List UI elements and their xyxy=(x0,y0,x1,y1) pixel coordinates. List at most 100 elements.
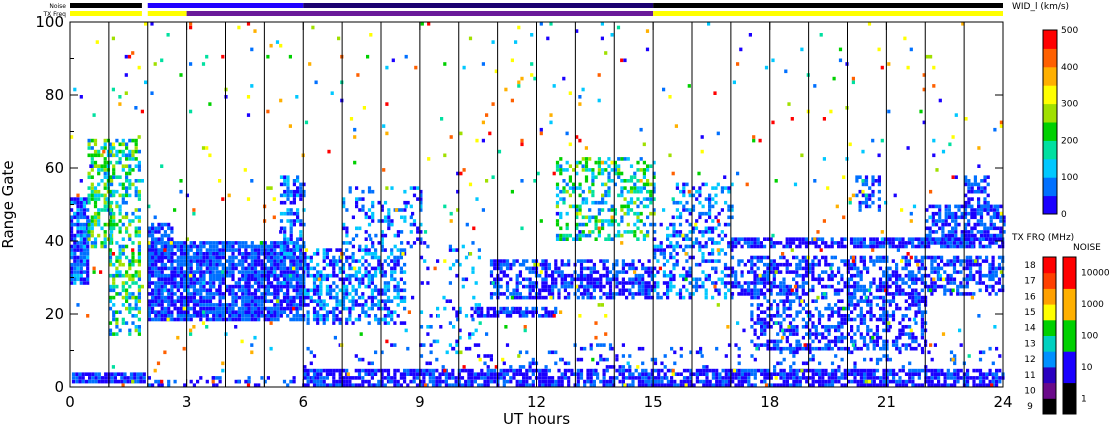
data-cell xyxy=(348,273,352,278)
data-cell xyxy=(279,288,283,293)
data-cell xyxy=(779,270,783,274)
data-cell xyxy=(415,376,420,380)
data-cell xyxy=(544,379,548,384)
data-cell xyxy=(576,383,580,387)
data-cell xyxy=(403,219,407,223)
data-cell xyxy=(804,266,809,271)
data-cell xyxy=(509,262,513,267)
data-cell xyxy=(625,262,629,267)
data-cell xyxy=(163,255,167,260)
data-cell xyxy=(656,295,660,300)
data-cell xyxy=(591,189,595,194)
data-cell xyxy=(399,299,403,303)
data-cell xyxy=(257,244,261,249)
data-cell xyxy=(253,295,258,300)
data-cell xyxy=(605,368,609,373)
data-cell xyxy=(241,252,245,256)
data-cell xyxy=(289,317,293,322)
data-cell xyxy=(734,273,738,278)
data-cell xyxy=(383,292,387,296)
data-cell xyxy=(460,368,465,373)
data-cell xyxy=(572,237,576,241)
data-cell xyxy=(637,372,641,376)
data-cell xyxy=(137,189,141,194)
data-cell xyxy=(704,244,708,249)
data-cell xyxy=(306,303,310,307)
data-cell xyxy=(714,288,718,293)
data-cell xyxy=(108,142,113,147)
data-cell xyxy=(205,314,209,318)
data-cell xyxy=(986,200,990,205)
data-cell xyxy=(273,292,277,296)
data-cell xyxy=(322,259,326,263)
data-cell xyxy=(583,266,587,271)
data-cell xyxy=(273,255,277,260)
data-cell xyxy=(811,299,815,303)
data-cell xyxy=(151,248,155,252)
data-cell xyxy=(176,262,180,267)
data-cell xyxy=(837,270,841,274)
data-cell xyxy=(649,193,653,198)
data-cell xyxy=(208,248,213,252)
data-cell xyxy=(917,237,921,241)
data-cell xyxy=(445,299,449,303)
data-cell xyxy=(87,193,91,198)
data-cell xyxy=(811,241,815,245)
data-cell xyxy=(959,284,963,289)
data-cell xyxy=(528,368,532,373)
data-cell xyxy=(610,179,614,183)
data-cell xyxy=(82,222,87,227)
data-cell xyxy=(888,303,892,307)
data-cell xyxy=(276,259,280,263)
data-cell xyxy=(928,230,932,234)
data-cell xyxy=(538,383,542,387)
data-cell xyxy=(383,376,387,380)
data-cell xyxy=(563,273,567,278)
data-cell xyxy=(351,237,355,241)
data-cell xyxy=(588,189,592,194)
data-cell xyxy=(76,211,80,216)
data-cell xyxy=(592,379,596,384)
data-cell xyxy=(170,248,174,252)
data-cell xyxy=(108,284,113,289)
data-cell xyxy=(641,372,645,376)
data-cell xyxy=(125,230,129,234)
data-cell xyxy=(163,306,167,311)
data-cell xyxy=(176,310,180,314)
data-cell xyxy=(607,189,611,194)
data-cell xyxy=(167,226,171,231)
data-cell xyxy=(338,321,342,325)
data-cell xyxy=(160,226,164,231)
data-cell xyxy=(338,288,342,293)
data-cell xyxy=(338,248,342,252)
data-cell xyxy=(557,368,561,373)
data-cell xyxy=(493,259,497,263)
data-cell xyxy=(941,230,945,234)
data-cell xyxy=(760,325,764,329)
data-cell xyxy=(377,241,381,245)
data-cell xyxy=(776,314,780,318)
data-cell xyxy=(669,288,673,293)
data-cell xyxy=(355,186,359,190)
data-cell xyxy=(208,273,213,278)
data-cell xyxy=(560,383,564,387)
data-cell xyxy=(338,383,342,387)
data-cell xyxy=(515,295,519,300)
data-cell xyxy=(374,273,378,278)
data-cell xyxy=(814,332,818,336)
data-cell xyxy=(322,252,326,256)
data-cell xyxy=(108,175,113,179)
data-cell xyxy=(879,306,883,311)
data-cell xyxy=(639,219,643,223)
data-cell xyxy=(641,273,645,278)
data-cell xyxy=(357,368,362,373)
data-cell xyxy=(837,328,841,333)
data-cell xyxy=(853,237,857,241)
data-cell xyxy=(386,321,391,325)
data-cell xyxy=(154,237,158,241)
data-cell xyxy=(357,277,362,282)
data-cell xyxy=(885,277,889,282)
data-cell xyxy=(864,182,869,187)
data-cell xyxy=(840,346,844,351)
data-cell xyxy=(601,182,605,187)
